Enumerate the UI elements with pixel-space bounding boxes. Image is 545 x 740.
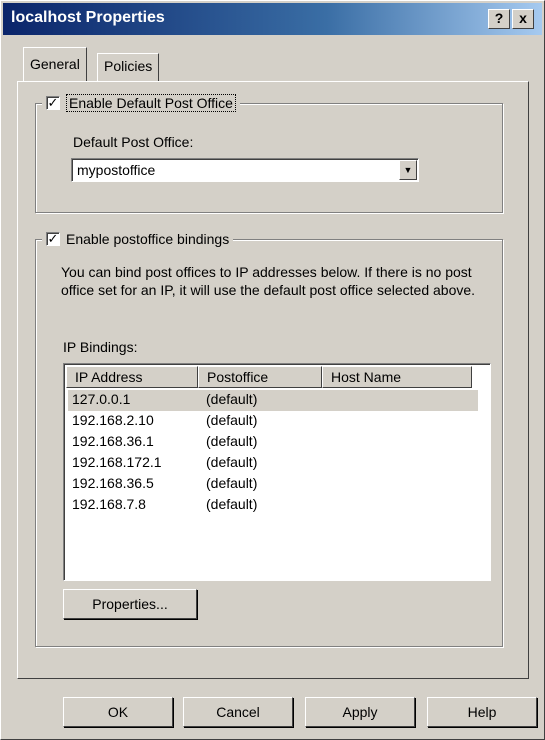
postoffice-cell: (default) (206, 475, 258, 491)
close-title-button[interactable]: x (512, 9, 534, 29)
column-header-postoffice[interactable]: Postoffice (198, 366, 322, 388)
ip-address-cell: 192.168.2.10 (72, 412, 154, 428)
list-header: IP Address Postoffice Host Name (66, 366, 488, 388)
table-row[interactable]: 192.168.2.10 (default) (68, 411, 478, 432)
postoffice-cell: (default) (206, 433, 258, 449)
ip-address-cell: 192.168.172.1 (72, 454, 162, 470)
column-header-host-name[interactable]: Host Name (322, 366, 472, 388)
host-name-cell (324, 390, 332, 411)
ip-bindings-list[interactable]: IP Address Postoffice Host Name 127.0.0.… (63, 363, 491, 581)
ip-address-cell: 192.168.7.8 (72, 496, 146, 512)
bindings-description: You can bind post offices to IP addresse… (61, 264, 476, 298)
cancel-button[interactable]: Cancel (183, 697, 293, 727)
ip-bindings-label: IP Bindings: (63, 339, 138, 355)
tab-policies[interactable]: Policies (97, 53, 160, 81)
host-name-cell (324, 474, 332, 495)
table-row[interactable]: 192.168.172.1 (default) (68, 453, 478, 474)
enable-postoffice-bindings-label[interactable]: Enable postoffice bindings (66, 231, 229, 247)
postoffice-bindings-legend: ✓ Enable postoffice bindings (42, 230, 234, 248)
postoffice-cell: (default) (206, 454, 258, 470)
default-post-office-field-label: Default Post Office: (73, 134, 194, 150)
enable-postoffice-bindings-checkbox[interactable]: ✓ (46, 232, 60, 246)
ip-address-cell: 192.168.36.5 (72, 475, 154, 491)
ok-button[interactable]: OK (63, 697, 173, 727)
column-header-ip-address[interactable]: IP Address (66, 366, 198, 388)
postoffice-cell: (default) (206, 391, 258, 407)
checkmark-icon: ✓ (47, 95, 59, 110)
host-name-cell (324, 411, 332, 432)
table-row[interactable]: 192.168.7.8 (default) (68, 495, 478, 516)
title-bar[interactable]: localhost Properties ? x (3, 3, 542, 35)
table-row[interactable]: 192.168.36.1 (default) (68, 432, 478, 453)
host-name-cell (324, 495, 332, 516)
enable-default-post-office-checkbox[interactable]: ✓ (46, 96, 60, 110)
help-button[interactable]: Help (427, 697, 537, 727)
apply-button[interactable]: Apply (305, 697, 415, 727)
ip-address-cell: 192.168.36.1 (72, 433, 154, 449)
ip-address-cell: 127.0.0.1 (72, 391, 131, 407)
chevron-down-icon[interactable]: ▼ (399, 160, 417, 180)
default-post-office-combo[interactable]: mypostoffice ▼ (71, 158, 419, 182)
host-name-cell (324, 453, 332, 474)
combo-value: mypostoffice (77, 162, 156, 178)
window-title: localhost Properties (11, 9, 165, 26)
enable-default-post-office-label[interactable]: Enable Default Post Office (66, 94, 236, 112)
checkmark-icon: ✓ (47, 231, 59, 246)
postoffice-cell: (default) (206, 412, 258, 428)
tab-general[interactable]: General (23, 47, 87, 81)
help-title-button[interactable]: ? (488, 9, 510, 29)
postoffice-cell: (default) (206, 496, 258, 512)
properties-button[interactable]: Properties... (63, 589, 197, 619)
table-row[interactable]: 192.168.36.5 (default) (68, 474, 478, 495)
table-row[interactable]: 127.0.0.1 (default) (68, 390, 478, 411)
host-name-cell (324, 432, 332, 453)
default-post-office-legend: ✓ Enable Default Post Office (42, 94, 240, 112)
properties-dialog: localhost Properties ? x General Policie… (0, 0, 545, 740)
